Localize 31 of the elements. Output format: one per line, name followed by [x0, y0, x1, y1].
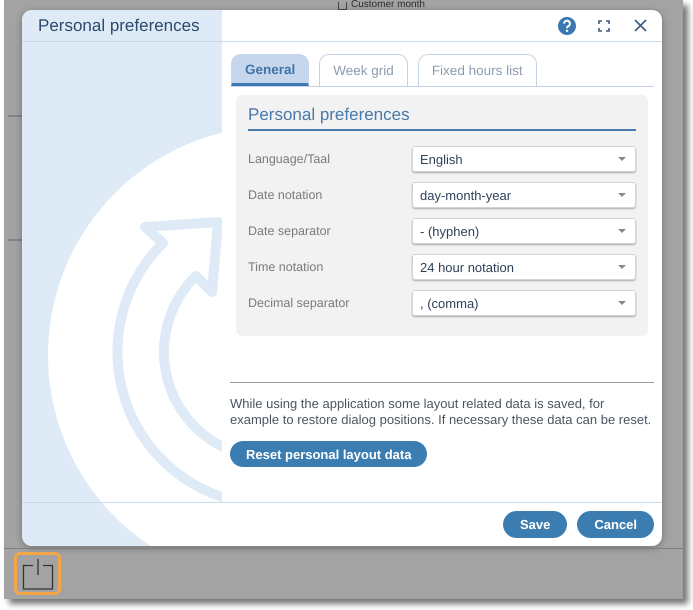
dialog-button[interactable]: Save — [502, 511, 568, 538]
background-label: Customer month — [351, 0, 425, 10]
caret-icon — [618, 193, 626, 197]
dialog-button[interactable]: Cancel — [577, 511, 654, 538]
reset-button[interactable]: Reset personal layout data — [230, 441, 428, 467]
field-label: Date notation — [248, 188, 324, 202]
tab[interactable]: Week grid — [319, 54, 408, 86]
checkbox-icon — [338, 2, 347, 10]
caret-icon — [618, 157, 626, 161]
field-label: Language/Taal — [248, 152, 332, 166]
info-text: While using the application some layout related data is saved, for example to restore dialog positions. If necessary these data can be reset. — [230, 396, 652, 428]
section-title: Personal preferences — [248, 105, 410, 125]
dialog-title: Personal preferences — [38, 16, 200, 36]
field-label: Date separator — [248, 224, 332, 238]
close-icon[interactable] — [634, 19, 647, 32]
field-label: Time notation — [248, 260, 324, 274]
maximize-icon[interactable] — [598, 20, 610, 32]
dropdown[interactable]: - (hyphen) — [412, 218, 636, 244]
taskbar-button[interactable] — [14, 552, 61, 595]
tab[interactable]: General — [231, 54, 310, 86]
dropdown[interactable]: 24 hour notation — [412, 254, 636, 280]
dropdown[interactable]: , (comma) — [412, 290, 636, 316]
caret-icon — [618, 301, 626, 305]
help-icon[interactable] — [558, 16, 576, 34]
dropdown[interactable]: day-month-year — [412, 182, 636, 208]
caret-icon — [618, 265, 626, 269]
tab[interactable]: Fixed hours list — [418, 54, 537, 86]
field-label: Decimal separator — [248, 296, 350, 310]
dropdown[interactable]: English — [412, 146, 636, 172]
caret-icon — [618, 229, 626, 233]
box-line-icon — [22, 558, 54, 590]
